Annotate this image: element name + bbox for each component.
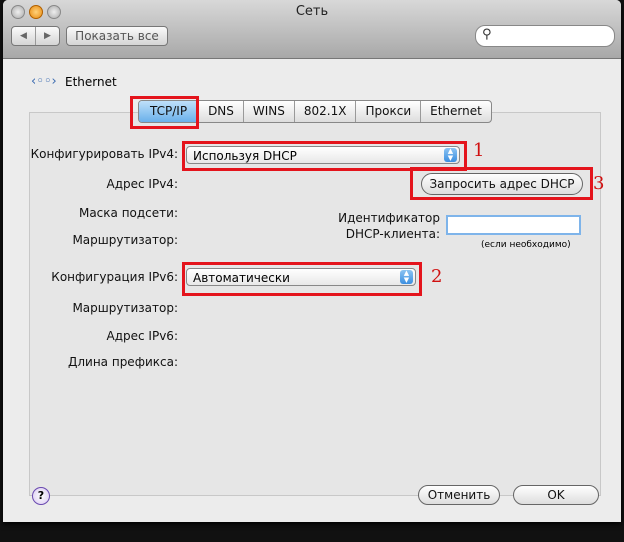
client-id-label: Идентификатор DHCP-клиента: [303, 210, 440, 242]
highlight-ipv6 [182, 262, 422, 296]
ipv6-router-label: Маршрутизатор: [72, 301, 178, 315]
ipv4-config-label: Конфигурировать IPv4: [30, 147, 178, 161]
window-title: Сеть [295, 4, 329, 19]
search-input[interactable]: ⚲ [475, 25, 615, 47]
ipv4-router-label: Маршрутизатор: [72, 233, 178, 247]
ok-button[interactable]: OK [513, 485, 599, 505]
dhcp-client-id-input[interactable] [446, 215, 581, 235]
tab-8021x[interactable]: 802.1X [293, 101, 356, 122]
show-all-button[interactable]: Показать все [66, 26, 168, 46]
ipv4-address-label: Адрес IPv4: [106, 177, 178, 191]
forward-arrow-icon[interactable]: ▶ [35, 27, 59, 45]
titlebar: Сеть ◀ ▶ Показать все ⚲ [3, 0, 621, 59]
service-name: Ethernet [65, 75, 117, 89]
annotation-2: 2 [431, 266, 443, 287]
highlight-tcpip [130, 96, 199, 129]
prefix-length-label: Длина префикса: [67, 355, 178, 369]
annotation-3: 3 [593, 173, 605, 194]
client-id-hint: (если необходимо) [481, 240, 571, 250]
tab-ethernet[interactable]: Ethernet [420, 101, 491, 122]
search-icon: ⚲ [482, 27, 492, 42]
help-button[interactable]: ? [32, 487, 50, 505]
back-arrow-icon[interactable]: ◀ [12, 27, 35, 45]
network-window: Сеть ◀ ▶ Показать все ⚲ ‹◦◦› Ethernet TC… [3, 0, 621, 522]
ipv6-config-label: Конфигурация IPv6: [51, 270, 178, 284]
subnet-mask-label: Маска подсети: [78, 206, 178, 220]
ethernet-icon: ‹◦◦› [31, 74, 57, 89]
tab-dns[interactable]: DNS [198, 101, 243, 122]
annotation-1: 1 [473, 140, 485, 161]
back-forward-control: ◀ ▶ [11, 26, 60, 46]
cancel-button[interactable]: Отменить [418, 485, 500, 505]
client-id-label-line2: DHCP-клиента: [345, 227, 440, 241]
tab-wins[interactable]: WINS [242, 101, 294, 122]
tab-proxy[interactable]: Прокси [355, 101, 420, 122]
highlight-renew [410, 167, 593, 200]
ipv6-address-label: Адрес IPv6: [106, 329, 178, 343]
client-id-label-line1: Идентификатор [338, 211, 440, 225]
